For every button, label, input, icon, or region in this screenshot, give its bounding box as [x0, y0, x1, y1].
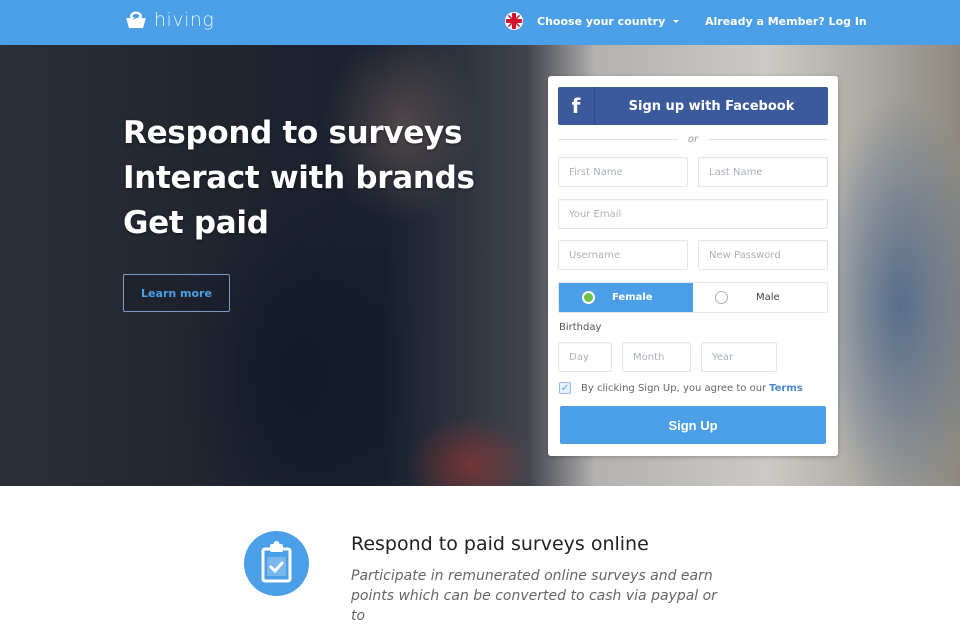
username-input[interactable]	[558, 240, 688, 270]
birthday-day-select[interactable]	[558, 342, 612, 372]
basket-logo-icon	[124, 10, 148, 30]
learn-more-button[interactable]: Learn more	[123, 274, 230, 312]
divider-line	[708, 138, 829, 140]
terms-link[interactable]: Terms	[769, 383, 803, 394]
country-selector[interactable]: Choose your country	[505, 12, 680, 30]
terms-checkbox[interactable]: ✓	[559, 382, 571, 394]
facebook-icon: f	[558, 87, 595, 125]
logo-text: hiving	[154, 9, 215, 31]
gender-option-label: Female	[612, 292, 653, 303]
radio-unselected-icon	[715, 291, 728, 304]
birthday-month-select[interactable]	[622, 342, 691, 372]
headline-line: Respond to surveys	[123, 115, 463, 151]
uk-flag-icon	[505, 12, 523, 30]
gender-selector: Female Male	[558, 282, 828, 313]
hero-headline: Respond to surveys Interact with brands …	[123, 111, 475, 246]
birthday-label: Birthday	[559, 322, 602, 333]
facebook-signup-button[interactable]: f Sign up with Facebook	[558, 87, 828, 125]
country-selector-label: Choose your country	[537, 14, 666, 28]
password-input[interactable]	[698, 240, 828, 270]
headline-line: Interact with brands	[123, 160, 475, 196]
feature-description: Participate in remunerated online survey…	[351, 568, 717, 624]
terms-text: By clicking Sign Up, you agree to our	[581, 382, 767, 394]
divider-line	[558, 138, 678, 140]
email-input[interactable]	[558, 199, 828, 229]
logo[interactable]: hiving	[124, 9, 214, 31]
gender-option-label: Male	[756, 292, 780, 303]
gender-option-male[interactable]: Male	[693, 283, 827, 312]
top-nav-bar: hiving Choose your country Already a Mem…	[0, 0, 960, 45]
first-name-input[interactable]	[558, 157, 688, 187]
radio-selected-icon	[582, 291, 595, 304]
birthday-year-select[interactable]	[701, 342, 777, 372]
chevron-down-icon	[673, 19, 680, 23]
signup-button[interactable]: Sign Up	[560, 406, 826, 444]
clipboard-check-icon	[244, 531, 309, 596]
or-divider: or	[558, 132, 829, 146]
gender-option-female[interactable]: Female	[559, 283, 693, 312]
facebook-signup-label: Sign up with Facebook	[628, 98, 795, 114]
feature-title: Respond to paid surveys online	[351, 533, 649, 555]
last-name-input[interactable]	[698, 157, 828, 187]
headline-line: Get paid	[123, 205, 269, 241]
signup-form: f Sign up with Facebook or Female Male B…	[548, 76, 838, 456]
divider-text: or	[687, 133, 699, 145]
terms-agreement: ✓ By clicking Sign Up, you agree to our …	[559, 382, 803, 394]
login-link[interactable]: Already a Member? Log In	[705, 15, 867, 28]
